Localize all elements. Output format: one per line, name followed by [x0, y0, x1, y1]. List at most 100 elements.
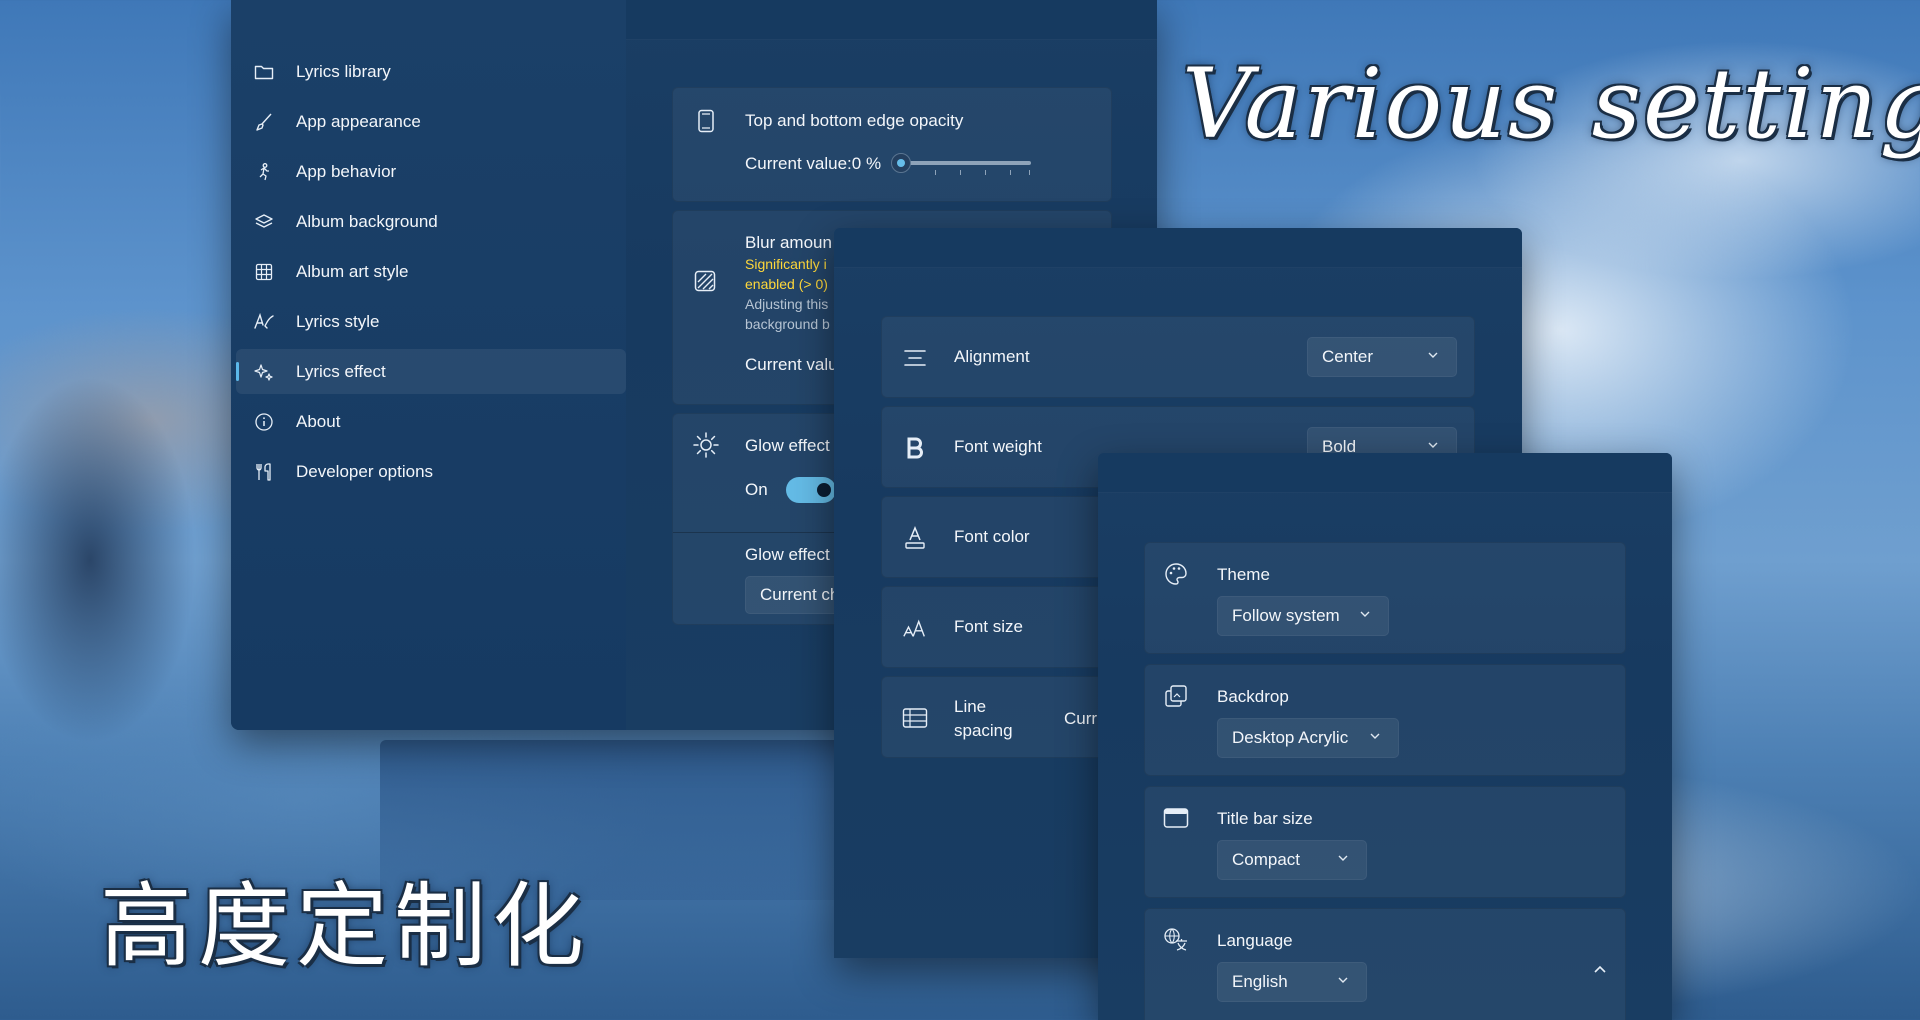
nav-item-label: Developer options [296, 461, 434, 481]
sparkle-icon [252, 360, 276, 384]
overlay-title-english: Various settings [1182, 48, 1920, 160]
slider-tick [935, 170, 936, 175]
blur-warning-line2: enabled (> 0) [745, 276, 828, 292]
blur-desc-line1: Adjusting this [745, 296, 829, 312]
chevron-down-icon [1426, 348, 1440, 362]
edge-opacity-value: Current value:0 % [745, 154, 882, 173]
title-bar-size-card: Title bar size Compact [1144, 786, 1626, 898]
brush-icon [252, 110, 276, 134]
glow-effect-title: Glow effect [745, 436, 830, 455]
palette-icon [1163, 561, 1189, 587]
line-spacing-icon [902, 705, 928, 731]
line-spacing-label-1: Line [954, 697, 987, 716]
nav-item-label: App appearance [296, 111, 421, 131]
nav-item-app-behavior[interactable]: App behavior [236, 149, 626, 194]
theme-dropdown[interactable]: Follow system [1217, 596, 1389, 636]
slider-tick [960, 170, 961, 175]
edge-opacity-card: Top and bottom edge opacity Current valu… [672, 87, 1112, 202]
font-color-label: Font color [954, 527, 1030, 546]
slider-tick [1029, 170, 1030, 175]
theme-label: Theme [1217, 565, 1270, 584]
backdrop-dropdown[interactable]: Desktop Acrylic [1217, 718, 1399, 758]
edge-opacity-title: Top and bottom edge opacity [745, 111, 964, 130]
nav-item-label: Lyrics style [296, 311, 380, 331]
bold-icon [902, 435, 928, 461]
title-bar-size-value: Compact [1232, 850, 1301, 869]
info-icon [252, 410, 276, 434]
backdrop-value: Desktop Acrylic [1232, 728, 1349, 747]
translate-icon [1163, 927, 1189, 953]
language-label: Language [1217, 931, 1293, 950]
backdrop-card: Backdrop Desktop Acrylic [1144, 664, 1626, 776]
font-weight-label: Font weight [954, 437, 1042, 456]
line-spacing-label-2: spacing [954, 721, 1013, 740]
font-size-label: Font size [954, 617, 1023, 636]
glow-sub-title: Glow effect [745, 545, 830, 564]
line-spacing-value: Curr [1064, 709, 1098, 728]
edge-opacity-slider-track[interactable] [901, 161, 1031, 165]
nav-item-label: Album background [296, 211, 438, 231]
nav-item-developer-options[interactable]: Developer options [236, 449, 626, 494]
nav-item-lyrics-library[interactable]: Lyrics library [236, 49, 626, 94]
nav-item-lyrics-effect[interactable]: Lyrics effect [236, 349, 626, 394]
chevron-down-icon [1368, 729, 1382, 743]
blur-warning-line1: Significantly i [745, 256, 827, 272]
app-appearance-window: Theme Follow system Backdrop Desktop Acr… [1098, 453, 1672, 1020]
nav-item-label: Lyrics effect [296, 361, 386, 381]
language-dropdown[interactable]: English [1217, 962, 1367, 1002]
chevron-up-icon[interactable] [1591, 961, 1609, 979]
alignment-value: Center [1322, 347, 1374, 366]
title-bar-size-label: Title bar size [1217, 809, 1313, 828]
slider-tick [1010, 170, 1011, 175]
blur-icon [693, 269, 717, 293]
navigation-pane: Lyrics library App appearance App behavi… [231, 0, 626, 730]
window-icon [1163, 805, 1189, 831]
nav-item-lyrics-style[interactable]: Lyrics style [236, 299, 626, 344]
chevron-down-icon [1336, 851, 1350, 865]
chevron-down-icon [1336, 973, 1350, 987]
backdrop-label: Backdrop [1217, 687, 1289, 706]
phone-icon [695, 108, 717, 134]
glow-mode-value: Current ch [760, 585, 840, 604]
nav-item-label: App behavior [296, 161, 397, 181]
person-running-icon [252, 160, 276, 184]
language-card: Language English [1144, 908, 1626, 1020]
overlay-title-chinese: 高度定制化 [100, 873, 591, 980]
layers-icon [252, 210, 276, 234]
nav-item-album-art-style[interactable]: Album art style [236, 249, 626, 294]
nav-item-album-background[interactable]: Album background [236, 199, 626, 244]
align-center-icon [902, 345, 928, 371]
language-value: English [1232, 972, 1288, 991]
font-color-icon [902, 525, 928, 551]
blur-desc-line2: background b [745, 316, 830, 332]
nav-item-label: About [296, 411, 341, 431]
backdrop-icon [1163, 683, 1189, 709]
title-bar-size-dropdown[interactable]: Compact [1217, 840, 1367, 880]
nav-item-about[interactable]: About [236, 399, 626, 444]
window-header [1098, 453, 1672, 493]
glow-toggle-switch[interactable] [786, 477, 836, 503]
alignment-row: Alignment Center [881, 316, 1475, 398]
slider-tick [985, 170, 986, 175]
font-size-icon [902, 615, 928, 641]
tools-icon [252, 460, 276, 484]
window-header [834, 228, 1522, 268]
folder-icon [252, 60, 276, 84]
content-header [626, 0, 1157, 40]
alignment-label: Alignment [954, 347, 1030, 366]
nav-item-app-appearance[interactable]: App appearance [236, 99, 626, 144]
glow-toggle-label: On [745, 480, 768, 499]
blur-value: Current valu [745, 355, 838, 374]
edge-opacity-slider-thumb[interactable] [891, 153, 911, 173]
grid-icon [252, 260, 276, 284]
alignment-dropdown[interactable]: Center [1307, 337, 1457, 377]
nav-item-label: Album art style [296, 261, 409, 281]
handwriting-icon [252, 310, 276, 334]
chevron-down-icon [1358, 607, 1372, 621]
theme-card: Theme Follow system [1144, 542, 1626, 654]
sun-icon [693, 432, 719, 458]
theme-value: Follow system [1232, 606, 1340, 625]
chevron-down-icon [1426, 438, 1440, 452]
nav-item-label: Lyrics library [296, 61, 391, 81]
blur-amount-title: Blur amoun [745, 233, 832, 252]
